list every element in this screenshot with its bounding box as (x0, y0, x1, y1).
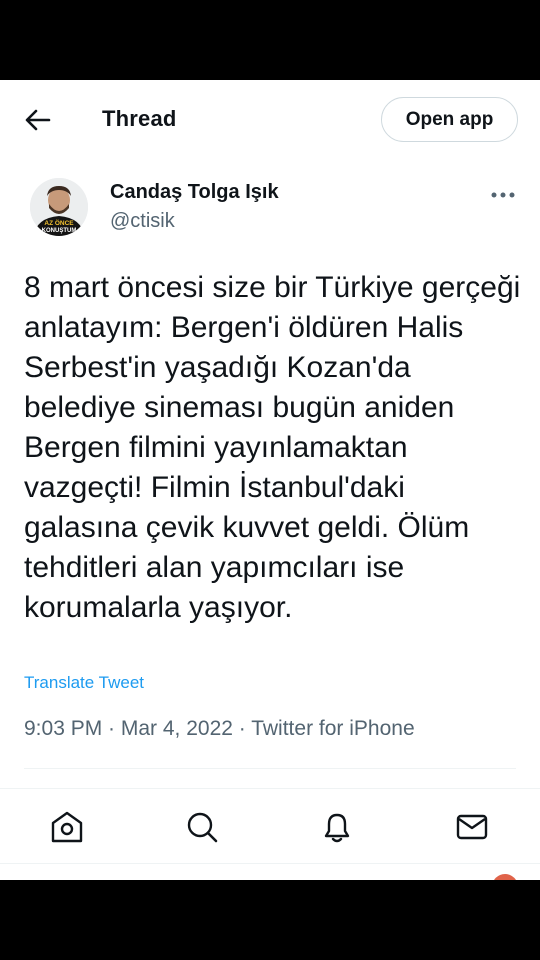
author-handle[interactable]: @ctisik (110, 210, 175, 233)
bottom-nav (0, 788, 540, 864)
avatar[interactable]: AZ ÖNCE KONUŞTUM (30, 178, 88, 236)
more-horizontal-icon (491, 192, 515, 198)
header: Thread Open app (0, 80, 540, 160)
arrow-left-icon (25, 109, 51, 131)
bottom-bar-area (0, 880, 540, 960)
back-button[interactable] (18, 100, 58, 140)
open-app-button[interactable]: Open app (381, 97, 518, 142)
status-bar-area (0, 0, 540, 80)
page-title: Thread (102, 106, 177, 131)
svg-text:AZ ÖNCE: AZ ÖNCE (44, 218, 74, 227)
svg-text:KONUŞTUM: KONUŞTUM (42, 228, 77, 234)
search-icon (187, 812, 218, 843)
tweet-text: 8 mart öncesi size bir Türkiye gerçeği a… (24, 271, 521, 624)
nav-messages-button[interactable] (452, 807, 492, 847)
author-name[interactable]: Candaş Tolga Işık (110, 181, 279, 204)
nav-home-button[interactable] (47, 807, 87, 847)
tweet-meta: 9:03 PM · Mar 4, 2022 · Twitter for iPho… (24, 717, 415, 740)
more-options-button[interactable] (484, 180, 522, 210)
nav-search-button[interactable] (182, 807, 222, 847)
mail-icon (456, 814, 488, 840)
bell-icon (324, 813, 350, 843)
avatar-image: AZ ÖNCE KONUŞTUM (30, 178, 88, 236)
translate-tweet-link[interactable]: Translate Tweet (24, 673, 144, 693)
divider (24, 768, 516, 769)
twitter-thread-screen: Thread Open app AZ ÖNCE KONUŞTUM Candaş … (0, 80, 540, 880)
home-icon (51, 811, 83, 843)
nav-notifications-button[interactable] (317, 807, 357, 847)
